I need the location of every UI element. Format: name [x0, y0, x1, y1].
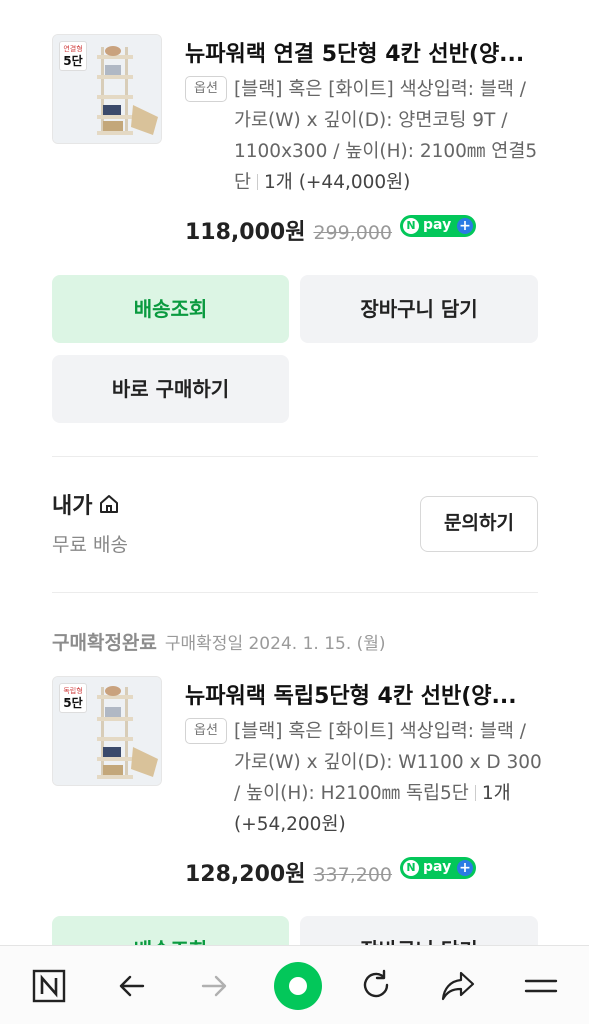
home-icon[interactable] — [98, 493, 120, 515]
back-icon[interactable] — [110, 964, 154, 1008]
product-badge: 연결형 5단 — [59, 41, 87, 71]
product-thumbnail[interactable]: 독립형 5단 — [52, 676, 162, 786]
original-price: 337,200 — [313, 864, 393, 886]
option-text: [블랙] 혹은 [화이트] 색상입력: 블랙 / 가로(W) x 깊이(D): … — [234, 79, 538, 193]
product-title[interactable]: 뉴파워랙 독립5단형 4칸 선반(양... — [185, 678, 535, 710]
add-to-cart-button[interactable]: 장바구니 담기 — [300, 275, 538, 343]
option-tag: 옵션 — [185, 718, 227, 744]
order-status-header: 구매확정완료 구매확정일 2024. 1. 15. (월) — [52, 628, 386, 655]
confirm-date: 구매확정일 2024. 1. 15. (월) — [164, 634, 386, 654]
order-status: 구매확정완료 — [52, 632, 157, 654]
menu-icon[interactable] — [519, 964, 563, 1008]
naver-home-icon[interactable] — [27, 964, 71, 1008]
plus-icon: + — [457, 860, 474, 876]
product-thumbnail[interactable]: 연결형 5단 — [52, 34, 162, 144]
price-row: 118,000원 299,000 Npay + — [185, 214, 477, 246]
inquiry-button[interactable]: 문의하기 — [420, 496, 538, 552]
product-badge: 독립형 5단 — [59, 683, 87, 713]
order-item[interactable]: 독립형 5단 뉴파워랙 독립5단형 4칸 선반(양... 옵션 [블랙] 혹은 … — [52, 676, 542, 888]
shipping-info: 무료 배송 — [52, 534, 128, 556]
naver-n-icon: N — [403, 860, 420, 876]
seller-name[interactable]: 내가 — [52, 488, 92, 520]
npay-plus-badge: Npay + — [400, 857, 477, 879]
divider — [52, 456, 538, 457]
seller-info: 내가 무료 배송 — [52, 488, 128, 557]
divider — [52, 592, 538, 593]
sale-price: 128,200원 — [185, 862, 306, 887]
price-row: 128,200원 337,200 Npay + — [185, 856, 477, 888]
sale-price: 118,000원 — [185, 220, 306, 245]
green-dot-icon[interactable] — [270, 958, 326, 1014]
npay-plus-badge: Npay + — [400, 215, 477, 237]
forward-icon[interactable] — [192, 964, 236, 1008]
refresh-icon[interactable] — [354, 964, 398, 1008]
plus-icon: + — [457, 218, 474, 234]
quantity-text: 1개 (+44,000원) — [264, 172, 411, 193]
option-text: [블랙] 혹은 [화이트] 색상입력: 블랙 / 가로(W) x 깊이(D): … — [234, 721, 542, 835]
product-title[interactable]: 뉴파워랙 연결 5단형 4칸 선반(양... — [185, 36, 535, 68]
order-item[interactable]: 연결형 5단 뉴파워랙 연결 5단형 4칸 선반(양... 옵션 [블랙] 혹은… — [52, 34, 542, 246]
add-to-cart-button[interactable]: 장바구니 담기 — [300, 916, 538, 945]
order-list: 연결형 5단 뉴파워랙 연결 5단형 4칸 선반(양... 옵션 [블랙] 혹은… — [0, 0, 589, 945]
share-icon[interactable] — [436, 964, 480, 1008]
buy-now-button[interactable]: 바로 구매하기 — [52, 355, 289, 423]
track-delivery-button[interactable]: 배송조회 — [52, 916, 289, 945]
original-price: 299,000 — [313, 222, 393, 244]
naver-n-icon: N — [403, 218, 420, 234]
track-delivery-button[interactable]: 배송조회 — [52, 275, 289, 343]
browser-toolbar — [0, 945, 589, 1024]
option-tag: 옵션 — [185, 76, 227, 102]
